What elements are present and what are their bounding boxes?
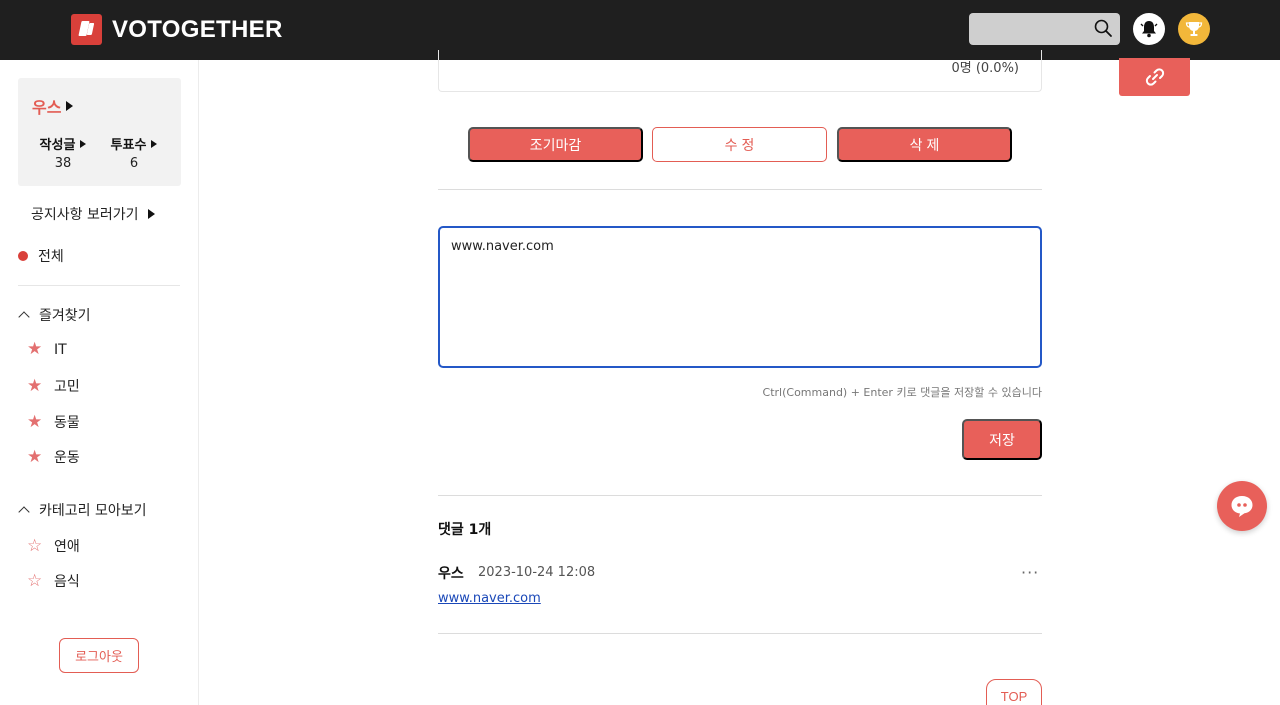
notice-link[interactable]: 공지사항 보러가기 bbox=[31, 204, 155, 224]
triangle-right-icon bbox=[151, 139, 158, 148]
delete-button[interactable]: 삭 제 bbox=[837, 127, 1012, 162]
triangle-right-icon bbox=[66, 101, 74, 111]
profile-card: 우스 작성글 38 투표수 6 bbox=[18, 78, 181, 186]
early-close-button[interactable]: 조기마감 bbox=[468, 127, 643, 162]
sidebar-item-label: 음식 bbox=[54, 574, 80, 590]
star-filled-icon[interactable]: ★ bbox=[27, 341, 45, 358]
link-icon bbox=[1145, 68, 1164, 86]
sidebar-item-label: 고민 bbox=[54, 379, 80, 395]
sidebar: 우스 작성글 38 투표수 6 공지사항 보러가기 전체 즐겨찾기 ★ IT ★… bbox=[0, 60, 199, 705]
section-divider bbox=[438, 189, 1042, 190]
triangle-right-icon bbox=[147, 209, 155, 219]
chevron-up-icon bbox=[18, 506, 30, 518]
sidebar-item-animal[interactable]: ★ 동물 bbox=[27, 412, 80, 432]
bell-icon bbox=[1140, 21, 1158, 38]
edit-button[interactable]: 수 정 bbox=[652, 127, 827, 162]
brand-logo[interactable]: VOTOGETHER bbox=[71, 14, 283, 45]
sidebar-item-all[interactable]: 전체 bbox=[18, 246, 64, 266]
comment-author: 우스 bbox=[438, 566, 464, 582]
star-outline-icon[interactable]: ☆ bbox=[27, 537, 45, 555]
more-options-icon[interactable]: ··· bbox=[1021, 563, 1039, 582]
vote-option-result: 0명 (0.0%) bbox=[438, 50, 1042, 92]
sidebar-item-label: IT bbox=[54, 341, 67, 358]
section-divider bbox=[438, 633, 1042, 634]
sidebar-item-food[interactable]: ☆ 음식 bbox=[27, 571, 80, 591]
categories-title: 카테고리 모아보기 bbox=[39, 503, 147, 519]
sidebar-item-it[interactable]: ★ IT bbox=[27, 341, 67, 358]
profile-name: 우스 bbox=[32, 98, 62, 117]
posts-stat[interactable]: 작성글 38 bbox=[28, 134, 98, 171]
votes-count: 6 bbox=[129, 156, 139, 171]
sidebar-item-label: 운동 bbox=[54, 450, 80, 466]
favorites-title: 즐겨찾기 bbox=[39, 308, 91, 324]
brand-name: VOTOGETHER bbox=[112, 15, 283, 43]
chat-bubble-icon bbox=[1231, 496, 1253, 517]
scroll-top-button[interactable]: TOP bbox=[986, 679, 1042, 705]
star-filled-icon[interactable]: ★ bbox=[27, 377, 45, 395]
brand-logo-icon bbox=[71, 14, 102, 45]
ranking-button[interactable] bbox=[1178, 13, 1210, 45]
star-filled-icon[interactable]: ★ bbox=[27, 448, 45, 466]
votes-stat[interactable]: 투표수 6 bbox=[99, 134, 169, 171]
notice-link-label: 공지사항 보러가기 bbox=[31, 207, 139, 223]
logout-button[interactable]: 로그아웃 bbox=[59, 638, 139, 673]
comment-count: 댓글 1개 bbox=[438, 522, 492, 538]
save-comment-button[interactable]: 저장 bbox=[962, 419, 1042, 460]
notification-button[interactable] bbox=[1133, 13, 1165, 45]
comment-date: 2023-10-24 12:08 bbox=[478, 565, 596, 580]
sidebar-item-label: 동물 bbox=[54, 415, 80, 431]
profile-name-link[interactable]: 우스 bbox=[32, 94, 74, 118]
favorites-toggle[interactable]: 즐겨찾기 bbox=[18, 305, 91, 325]
star-filled-icon[interactable]: ★ bbox=[27, 413, 45, 431]
sidebar-item-exercise[interactable]: ★ 운동 bbox=[27, 447, 80, 467]
sidebar-item-love[interactable]: ☆ 연애 bbox=[27, 536, 80, 556]
sidebar-item-label: 연애 bbox=[54, 539, 80, 555]
votes-label: 투표수 bbox=[110, 138, 147, 153]
sidebar-item-label: 전체 bbox=[38, 249, 64, 265]
section-divider bbox=[438, 495, 1042, 496]
comment-content-link[interactable]: www.naver.com bbox=[438, 591, 541, 606]
posts-label: 작성글 bbox=[39, 138, 76, 153]
copy-link-button[interactable] bbox=[1119, 58, 1190, 96]
star-outline-icon[interactable]: ☆ bbox=[27, 572, 45, 590]
sidebar-item-worry[interactable]: ★ 고민 bbox=[27, 376, 80, 396]
active-dot-icon bbox=[18, 251, 28, 261]
comment-hint: Ctrl(Command) + Enter 키로 댓글을 저장할 수 있습니다 bbox=[762, 386, 1042, 399]
chevron-up-icon bbox=[18, 311, 30, 323]
sidebar-divider bbox=[18, 285, 180, 286]
trophy-icon bbox=[1185, 22, 1203, 36]
categories-toggle[interactable]: 카테고리 모아보기 bbox=[18, 500, 147, 520]
posts-count: 38 bbox=[54, 156, 72, 171]
chat-button[interactable] bbox=[1217, 481, 1267, 531]
comment-input[interactable] bbox=[438, 226, 1042, 368]
search-icon[interactable] bbox=[1093, 18, 1113, 38]
triangle-right-icon bbox=[80, 139, 87, 148]
vote-result-text: 0명 (0.0%) bbox=[951, 61, 1019, 76]
